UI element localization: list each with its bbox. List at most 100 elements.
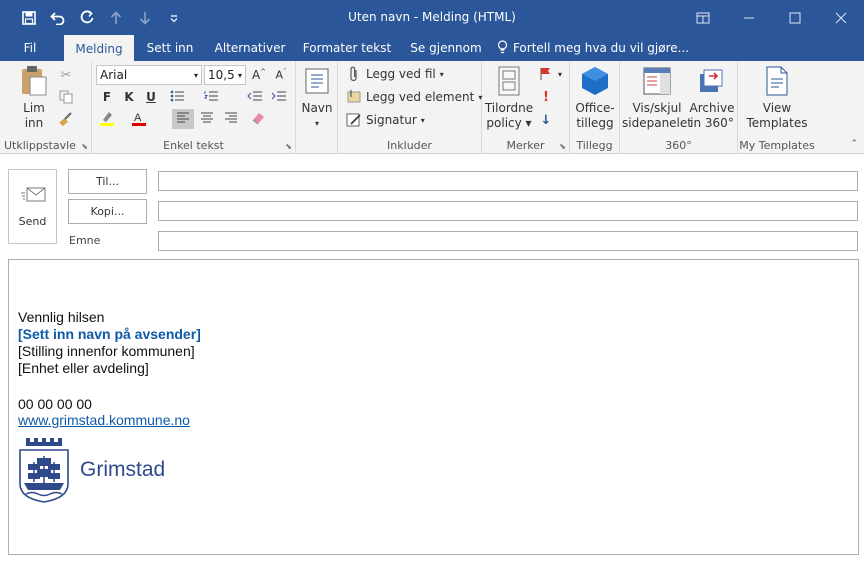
minimize-icon[interactable] <box>726 0 772 35</box>
lightbulb-icon <box>497 39 508 57</box>
ribbon: Lim inn ✂ Utklippstavle ⬊ Arial ▾ 10,5 ▾ A… <box>0 61 864 154</box>
group-clipboard: Lim inn ✂ Utklippstavle ⬊ <box>0 61 92 154</box>
attach-item-button[interactable]: Legg ved element ▾ <box>346 89 482 105</box>
close-icon[interactable] <box>818 0 864 35</box>
indent-icon <box>271 90 287 105</box>
tab-review[interactable]: Se gjennom <box>404 35 488 61</box>
archive-360-label-2: in 360° <box>690 116 734 130</box>
copy-button[interactable] <box>58 89 74 105</box>
bullets-button[interactable] <box>168 87 190 107</box>
attach-item-icon <box>346 89 362 105</box>
group-360: Vis/skjul sidepanelet Archive in 360° 36… <box>620 61 738 154</box>
low-importance-button[interactable]: ↓ <box>538 112 554 128</box>
chevron-down-icon: ▾ <box>420 115 425 125</box>
message-body[interactable] <box>8 259 859 555</box>
attach-item-label: Legg ved element <box>366 90 475 104</box>
highlight-button[interactable] <box>96 109 118 129</box>
dialog-launcher-icon[interactable]: ⬊ <box>81 142 88 151</box>
restore-ribbon-icon[interactable] <box>680 0 726 35</box>
toggle-sidepane-button[interactable]: Vis/skjul sidepanelet <box>622 65 692 131</box>
clear-formatting-button[interactable] <box>248 109 270 129</box>
font-color-button[interactable]: A <box>128 109 150 129</box>
align-right-button[interactable] <box>220 109 242 129</box>
cc-button[interactable]: Kopi... <box>68 199 147 224</box>
tab-insert[interactable]: Sett inn <box>140 35 200 61</box>
address-book-button[interactable]: Navn ▾ <box>299 65 335 131</box>
subject-label: Emne <box>69 234 101 247</box>
subject-field[interactable] <box>158 231 858 251</box>
view-templates-button[interactable]: View Templates <box>744 65 810 131</box>
tab-options[interactable]: Alternativer <box>208 35 292 61</box>
assign-policy-label: Tilordne <box>484 101 534 115</box>
toggle-sidepane-label: Vis/skjul <box>632 101 682 115</box>
group-tags: Tilordne policy ▾ ▾ ! ↓ Merker ⬊ <box>482 61 570 154</box>
signature-website-link[interactable]: www.grimstad.kommune.no <box>18 412 190 428</box>
collapse-ribbon-icon[interactable]: ⌃ <box>850 139 858 149</box>
cut-button[interactable]: ✂ <box>58 67 74 83</box>
view-templates-label: View <box>762 101 792 115</box>
shrink-font-button[interactable]: Aˇ <box>270 65 292 85</box>
numbering-button[interactable] <box>202 87 224 107</box>
send-label: Send <box>18 214 47 228</box>
chevron-down-icon: ▾ <box>558 69 563 79</box>
tab-file[interactable]: Fil <box>14 35 46 61</box>
grow-font-icon: A^ <box>251 68 267 82</box>
group-label-tags: Merker <box>506 139 545 152</box>
names-label: Navn <box>301 101 333 115</box>
archive-icon <box>696 65 728 97</box>
paperclip-icon <box>346 66 362 82</box>
decrease-indent-button[interactable] <box>244 87 266 107</box>
svg-text:A: A <box>134 112 142 124</box>
signature-button[interactable]: Signatur ▾ <box>346 112 425 128</box>
cc-field[interactable] <box>158 201 858 221</box>
paste-button[interactable]: Lim inn <box>14 65 54 131</box>
attach-file-button[interactable]: Legg ved fil ▾ <box>346 66 444 82</box>
templates-icon <box>761 65 793 97</box>
high-importance-button[interactable]: ! <box>538 89 554 105</box>
group-label-basic-text: Enkel tekst <box>163 139 224 152</box>
toggle-sidepane-label-2: sidepanelet <box>622 116 692 130</box>
shrink-font-icon: Aˇ <box>275 68 287 82</box>
tab-format-text[interactable]: Formater tekst <box>300 35 394 61</box>
exclamation-icon: ! <box>543 89 549 105</box>
grow-font-button[interactable]: A^ <box>248 65 270 85</box>
window-controls <box>680 0 864 35</box>
font-name-combo[interactable]: Arial ▾ <box>96 65 202 85</box>
tell-me-box[interactable]: Fortell meg hva du vil gjøre... <box>497 35 689 61</box>
assign-policy-label-2: policy ▾ <box>486 116 532 130</box>
assign-policy-button[interactable]: Tilordne policy ▾ <box>484 65 534 131</box>
clipboard-icon <box>18 65 50 97</box>
font-size-combo[interactable]: 10,5 ▾ <box>204 65 246 85</box>
signature-greeting: Vennlig hilsen <box>18 309 105 325</box>
send-envelope-icon <box>20 186 46 207</box>
increase-indent-button[interactable] <box>268 87 290 107</box>
align-left-icon <box>176 112 190 127</box>
align-center-button[interactable] <box>196 109 218 129</box>
chevron-down-icon: ▾ <box>237 70 242 80</box>
format-painter-button[interactable] <box>58 111 74 127</box>
tab-message[interactable]: Melding <box>64 35 134 62</box>
align-right-icon <box>224 112 238 127</box>
group-label-addins: Tillegg <box>576 139 613 152</box>
follow-up-button[interactable]: ▾ <box>538 66 562 82</box>
to-field[interactable] <box>158 171 858 191</box>
file-cabinet-icon <box>493 65 525 97</box>
italic-button[interactable]: K <box>118 87 140 107</box>
font-name-value: Arial <box>100 68 128 82</box>
bullet-list-icon <box>170 90 188 105</box>
maximize-icon[interactable] <box>772 0 818 35</box>
paintbrush-icon <box>58 111 74 127</box>
office-addins-button[interactable]: Office- tillegg <box>573 65 617 131</box>
to-button[interactable]: Til... <box>68 169 147 194</box>
align-left-button[interactable] <box>172 109 194 129</box>
archive-360-button[interactable]: Archive in 360° <box>688 65 736 131</box>
dialog-launcher-icon[interactable]: ⬊ <box>559 142 566 151</box>
send-button[interactable]: Send <box>8 169 57 244</box>
bold-button[interactable]: F <box>96 87 118 107</box>
dialog-launcher-icon[interactable]: ⬊ <box>285 142 292 151</box>
underline-button[interactable]: U <box>140 87 162 107</box>
scissors-icon: ✂ <box>60 67 72 83</box>
attach-file-label: Legg ved fil <box>366 67 436 81</box>
office-addins-label-2: tillegg <box>576 116 614 130</box>
archive-360-label: Archive <box>689 101 735 115</box>
